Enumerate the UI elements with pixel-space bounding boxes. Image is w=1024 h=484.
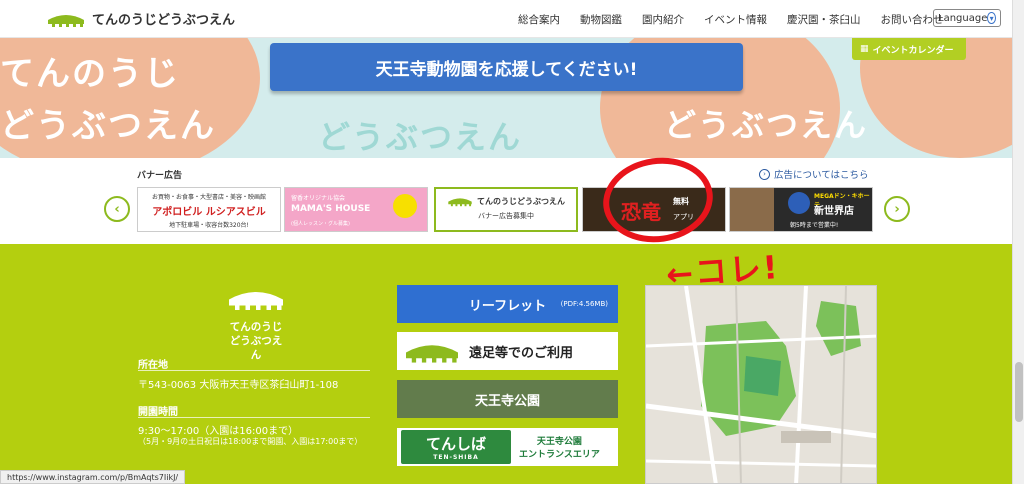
banner-zoo-ad-recruit[interactable]: てんのうじどうぶつえん バナー広告募集中	[434, 187, 578, 232]
hours-value: 9:30〜17:00（入園は16:00まで）	[138, 426, 299, 437]
leaflet-button[interactable]: リーフレット (PDF:4.56MB)	[397, 285, 618, 323]
language-label: Language	[938, 12, 988, 24]
tenshiba-text: エントランスエリア	[519, 450, 600, 460]
tenshiba-button[interactable]: てんしば TEN-SHIBA 天王寺公園 エントランスエリア	[397, 428, 618, 466]
excursion-label: 遠足等でのご利用	[469, 345, 574, 361]
tenshiba-logo: てんしば TEN-SHIBA	[401, 430, 511, 464]
leaflet-label: リーフレット	[468, 298, 547, 314]
chevron-right-icon: ›	[759, 168, 770, 180]
calendar-icon: ▦	[860, 44, 869, 54]
page: てんのうじどうぶつえん 総合案内 動物図鑑 園内紹介 イベント情報 慶沢園・茶臼…	[0, 0, 1024, 484]
chevron-right-icon: ›	[894, 201, 900, 217]
banner-prev-button[interactable]: ‹	[104, 196, 130, 222]
nav-item-animal-guide[interactable]: 動物図鑑	[570, 12, 632, 27]
hours-label: 開園時間	[138, 407, 178, 418]
banner-text: お買物・お食事・大型書店・美容・映画館	[151, 194, 266, 201]
area-map[interactable]	[645, 285, 877, 484]
ad-info-link[interactable]: › 広告についてはこちら	[759, 167, 869, 181]
nav-item-events[interactable]: イベント情報	[694, 12, 777, 27]
annotation-text: ←コレ!	[664, 248, 781, 294]
address-value: 〒543-0063 大阪市天王寺区茶臼山町1-108	[138, 380, 339, 391]
support-zoo-button[interactable]: 天王寺動物園を応援してください!	[270, 43, 743, 91]
banner-ads-title: バナー広告	[137, 171, 183, 181]
event-calendar-button[interactable]: ▦ イベントカレンダー	[852, 38, 966, 60]
footer-logo-line: どうぶつえん	[229, 335, 283, 361]
chevron-down-icon: ▾	[987, 12, 996, 24]
nav-item-keitakuen[interactable]: 慶沢園・茶臼山	[777, 12, 871, 27]
vertical-scrollbar[interactable]	[1012, 0, 1024, 484]
hero-word: てんのうじ	[0, 54, 180, 94]
tennoji-park-label: 天王寺公園	[474, 393, 540, 409]
excursion-button[interactable]: 遠足等でのご利用	[397, 332, 618, 370]
main-nav: 総合案内 動物図鑑 園内紹介 イベント情報 慶沢園・茶臼山 お問い合わせ	[508, 12, 954, 27]
banner-text: バナー広告募集中	[478, 212, 534, 220]
chevron-left-icon: ‹	[114, 201, 120, 217]
zoo-logo-icon	[448, 198, 472, 207]
banner-next-button[interactable]: ›	[884, 196, 910, 222]
banner-ads-section: バナー広告 › 広告についてはこちら ‹ › お買物・お食事・大型書店・美容・映…	[0, 158, 1012, 244]
status-bar-url: https://www.instagram.com/p/BmAqts7IikJ/	[0, 470, 186, 484]
hero-banner: てんのうじ どうぶつえん どうぶつえん どうぶつえん 天王寺動物園を応援してくだ…	[0, 38, 1012, 158]
zoo-logo-icon	[48, 14, 84, 27]
footer: てんのうじ どうぶつえん 所在地 〒543-0063 大阪市天王寺区茶臼山町1-…	[0, 244, 1012, 484]
tenshiba-logo-sub: TEN-SHIBA	[433, 454, 479, 461]
banner-text: 地下駐車場・収容台数320台!	[169, 222, 249, 229]
address-label: 所在地	[138, 360, 168, 371]
hero-word: どうぶつえん	[318, 118, 523, 156]
banner-text: 朝5時まで営業中!	[790, 222, 839, 229]
scrollbar-thumb[interactable]	[1015, 362, 1023, 422]
tennoji-park-button[interactable]: 天王寺公園	[397, 380, 618, 418]
zoo-logo-icon	[406, 345, 458, 363]
banner-text: アポロビル ルシアスビル	[152, 207, 266, 218]
hero-word: どうぶつえん	[664, 106, 869, 144]
penguin-mascot-icon	[788, 192, 810, 214]
site-logo[interactable]: てんのうじどうぶつえん	[46, 9, 235, 28]
footer-logo-line: てんのうじ	[229, 321, 283, 333]
footer-logo-text: てんのうじ どうぶつえん	[226, 320, 286, 362]
hero-word: どうぶつえん	[0, 106, 216, 146]
nav-item-general-info[interactable]: 総合案内	[508, 12, 570, 27]
leaflet-pdf-size: (PDF:4.56MB)	[560, 300, 608, 308]
top-navigation: てんのうじどうぶつえん 総合案内 動物図鑑 園内紹介 イベント情報 慶沢園・茶臼…	[0, 0, 1012, 38]
banner-text: 新世界店	[814, 206, 854, 217]
ad-info-link-label: 広告についてはこちら	[774, 170, 869, 181]
divider	[138, 370, 370, 371]
language-select[interactable]: Language ▾	[933, 9, 1001, 27]
store-photo	[730, 188, 774, 231]
map-graphic	[646, 286, 876, 483]
banner-mega-donki[interactable]: MEGAドン・キホーテ 新世界店 朝5時まで営業中!	[729, 187, 873, 232]
banner-text: てんのうじどうぶつえん	[477, 196, 565, 206]
banner-mamas-house[interactable]: 留香オリジナル協会 MAMA'S HOUSE (個人レッスン・グル募集)	[284, 187, 428, 232]
banner-text: (個人レッスン・グル募集)	[291, 221, 350, 227]
nav-item-park-intro[interactable]: 園内紹介	[632, 12, 694, 27]
event-calendar-label: イベントカレンダー	[872, 45, 954, 56]
banner-apollo-building[interactable]: お買物・お食事・大型書店・美容・映画館 アポロビル ルシアスビル 地下駐車場・収…	[137, 187, 281, 232]
tenshiba-logo-text: てんしば	[425, 435, 486, 453]
footer-logo[interactable]: てんのうじ どうぶつえん	[226, 284, 286, 362]
logo-text: てんのうじどうぶつえん	[92, 13, 236, 28]
tenshiba-text: 天王寺公園	[536, 437, 582, 447]
divider	[138, 417, 370, 418]
smiley-icon	[393, 194, 417, 218]
zoo-logo-icon	[229, 292, 283, 310]
hours-note: （5月・9月の土日祝日は18:00まで開園、入園は17:00まで）	[138, 437, 363, 446]
